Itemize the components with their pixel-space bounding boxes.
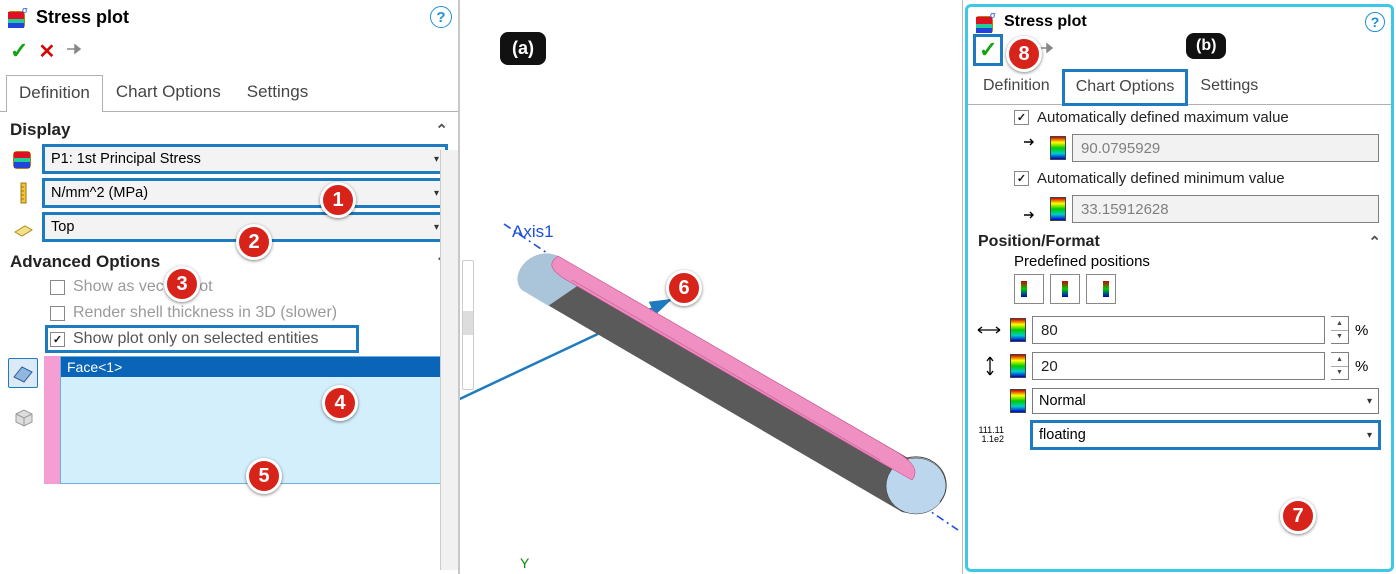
left-panel: σ Stress plot ? ✓ ✕ Definition Chart Opt… bbox=[0, 0, 460, 574]
callout-6: 6 bbox=[666, 270, 702, 306]
collapse-icon[interactable]: ⌃ bbox=[435, 121, 448, 139]
right-panel: σ Stress plot ? ✓ ✕ (b) Definition Chart… bbox=[962, 0, 1396, 574]
callout-3: 3 bbox=[164, 266, 200, 302]
height-icon bbox=[976, 355, 1004, 377]
tab-settings[interactable]: Settings bbox=[1187, 69, 1271, 104]
units-dropdown[interactable]: N/mm^2 (MPa)▾ bbox=[44, 180, 446, 206]
callout-4: 4 bbox=[322, 385, 358, 421]
tab-chart-options[interactable]: Chart Options bbox=[103, 74, 234, 111]
help-icon[interactable]: ? bbox=[430, 6, 452, 28]
vector-plot-checkbox[interactable]: Show as vector plot bbox=[0, 274, 458, 300]
ok-button[interactable]: ✓ bbox=[976, 37, 1000, 63]
callout-2: 2 bbox=[236, 224, 272, 260]
scrollbar[interactable] bbox=[440, 150, 458, 570]
pink-marker bbox=[44, 356, 60, 484]
component-dropdown[interactable]: P1: 1st Principal Stress▾ bbox=[44, 146, 446, 172]
legend-height-input[interactable]: 20 bbox=[1032, 352, 1325, 380]
min-arrow-icon bbox=[1022, 199, 1044, 219]
auto-min-checkbox[interactable]: Automatically defined minimum value bbox=[968, 166, 1391, 191]
number-format-dropdown[interactable]: floating▾ bbox=[1032, 422, 1379, 448]
legend-width-input[interactable]: 80 bbox=[1032, 316, 1325, 344]
stress-plot-icon: σ bbox=[8, 6, 30, 28]
colorbar-icon bbox=[1010, 354, 1026, 378]
cancel-button[interactable]: ✕ bbox=[38, 39, 55, 64]
panel-title: Stress plot bbox=[1004, 13, 1365, 31]
list-item[interactable]: Face<1> bbox=[61, 357, 447, 377]
legend-pos-center[interactable] bbox=[1050, 274, 1080, 304]
format-sample: 111.11 1.1e2 bbox=[976, 426, 1004, 444]
panel-title: Stress plot bbox=[36, 7, 430, 28]
svg-text:σ: σ bbox=[990, 11, 996, 20]
pin-icon[interactable] bbox=[65, 42, 85, 61]
predef-label: Predefined positions bbox=[968, 253, 1391, 274]
colorbar-icon bbox=[1050, 136, 1066, 160]
section-position-format: Position/Format ⌃ bbox=[968, 227, 1391, 253]
collapse-icon[interactable]: ⌃ bbox=[1368, 233, 1381, 251]
axis-label: Axis1 bbox=[512, 222, 554, 242]
color-style-dropdown[interactable]: Normal▾ bbox=[1032, 388, 1379, 414]
min-value: 33.15912628 bbox=[1072, 195, 1379, 223]
callout-7: 7 bbox=[1280, 498, 1316, 534]
select-face-button[interactable] bbox=[8, 358, 38, 388]
legend-pos-left[interactable] bbox=[1014, 274, 1044, 304]
help-icon[interactable]: ? bbox=[1365, 12, 1385, 32]
svg-text:σ: σ bbox=[22, 6, 28, 15]
callout-1: 1 bbox=[320, 182, 356, 218]
only-selected-checkbox[interactable]: Show plot only on selected entities bbox=[46, 326, 358, 352]
max-arrow-icon bbox=[1022, 138, 1044, 158]
tab-chart-options[interactable]: Chart Options bbox=[1063, 70, 1188, 105]
select-body-button[interactable] bbox=[8, 402, 38, 432]
svg-text:Y: Y bbox=[520, 555, 530, 571]
ruler-icon bbox=[13, 182, 33, 204]
spinner[interactable]: ▲▼ bbox=[1331, 352, 1349, 380]
section-display: Display ⌃ bbox=[0, 112, 458, 142]
shell-icon bbox=[12, 216, 34, 238]
legend-pos-right[interactable] bbox=[1086, 274, 1116, 304]
tabs: Definition Chart Options Settings bbox=[0, 74, 458, 112]
tab-settings[interactable]: Settings bbox=[234, 74, 321, 111]
stress-plot-icon: σ bbox=[976, 11, 998, 33]
viewport[interactable]: (a) Y Axis1 bbox=[460, 0, 962, 574]
sigma-icon bbox=[12, 148, 34, 170]
colorbar-icon bbox=[1050, 197, 1066, 221]
spinner[interactable]: ▲▼ bbox=[1331, 316, 1349, 344]
section-advanced: Advanced Options ⌃ bbox=[0, 244, 458, 274]
tab-definition[interactable]: Definition bbox=[970, 69, 1063, 104]
max-value: 90.0795929 bbox=[1072, 134, 1379, 162]
render-3d-checkbox[interactable]: Render shell thickness in 3D (slower) bbox=[0, 300, 458, 326]
width-icon bbox=[976, 319, 1004, 341]
ok-button[interactable]: ✓ bbox=[10, 38, 28, 64]
callout-8: 8 bbox=[1006, 36, 1042, 72]
colorbar-icon bbox=[1010, 318, 1026, 342]
colorbar-icon bbox=[1010, 389, 1026, 413]
overlay-label-b: (b) bbox=[1186, 33, 1226, 59]
callout-5: 5 bbox=[246, 458, 282, 494]
tab-definition[interactable]: Definition bbox=[6, 75, 103, 112]
auto-max-checkbox[interactable]: Automatically defined maximum value bbox=[968, 105, 1391, 130]
